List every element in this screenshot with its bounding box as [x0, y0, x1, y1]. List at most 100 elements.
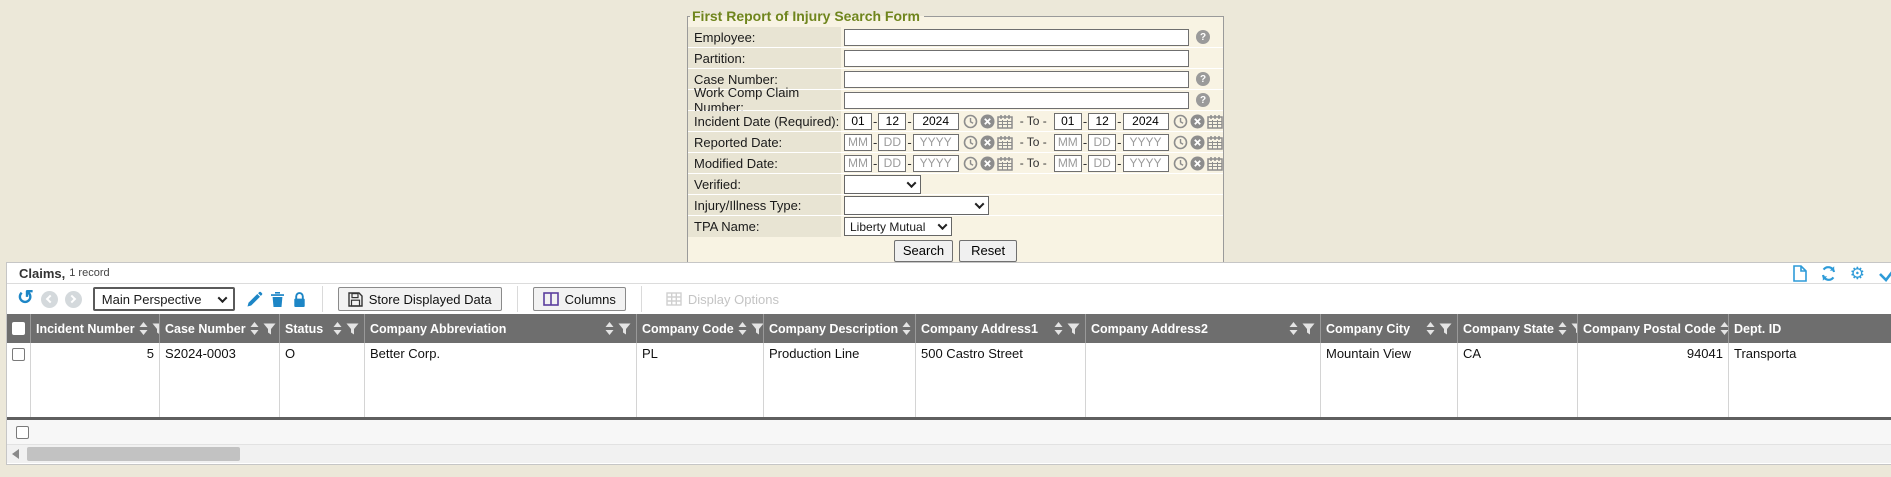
incident-from-month-input[interactable]: [844, 113, 872, 130]
column-header-company-abbreviation[interactable]: Company Abbreviation: [365, 314, 637, 343]
lock-icon[interactable]: [292, 291, 307, 308]
sort-icon[interactable]: [1054, 322, 1063, 335]
work-comp-input[interactable]: [844, 92, 1189, 109]
modified-to-day-input[interactable]: [1088, 155, 1116, 172]
incident-from-year-input[interactable]: [913, 113, 959, 130]
column-header-company-address2[interactable]: Company Address2: [1086, 314, 1321, 343]
edit-pencil-icon[interactable]: [246, 291, 263, 308]
tpa-name-select[interactable]: Liberty Mutual: [844, 217, 952, 236]
sort-icon[interactable]: [1426, 322, 1435, 335]
help-icon[interactable]: ?: [1196, 72, 1210, 86]
column-header-company-description[interactable]: Company Description: [764, 314, 916, 343]
incident-to-month-input[interactable]: [1054, 113, 1082, 130]
sort-icon[interactable]: [1558, 322, 1567, 335]
column-header-company-state[interactable]: Company State: [1458, 314, 1578, 343]
filter-funnel-icon[interactable]: [152, 323, 160, 335]
undo-icon[interactable]: ↺: [17, 288, 34, 308]
horizontal-scrollbar[interactable]: [7, 445, 1891, 463]
clear-icon[interactable]: [980, 156, 995, 171]
perspective-select[interactable]: Main Perspective: [93, 287, 235, 311]
nav-next-icon[interactable]: [65, 291, 82, 308]
modified-to-month-input[interactable]: [1054, 155, 1082, 172]
sort-icon[interactable]: [738, 322, 747, 335]
gear-icon[interactable]: ⚙: [1850, 266, 1865, 282]
calendar-icon[interactable]: [997, 135, 1013, 150]
calendar-icon[interactable]: [1207, 135, 1223, 150]
filter-funnel-icon[interactable]: [346, 323, 359, 335]
partition-input[interactable]: [844, 50, 1189, 67]
filter-funnel-icon[interactable]: [1067, 323, 1080, 335]
column-header-case-number[interactable]: Case Number: [160, 314, 280, 343]
clock-icon[interactable]: [1173, 135, 1188, 150]
refresh-icon[interactable]: [1820, 265, 1837, 282]
clear-icon[interactable]: [1190, 114, 1205, 129]
reported-from-month-input[interactable]: [844, 134, 872, 151]
incident-to-day-input[interactable]: [1088, 113, 1116, 130]
clock-icon[interactable]: [1173, 156, 1188, 171]
new-document-icon[interactable]: [1793, 265, 1807, 282]
verified-select[interactable]: [844, 175, 921, 194]
reported-to-year-input[interactable]: [1123, 134, 1169, 151]
reported-to-day-input[interactable]: [1088, 134, 1116, 151]
help-icon[interactable]: ?: [1196, 30, 1210, 44]
reported-from-day-input[interactable]: [878, 134, 906, 151]
filter-funnel-icon[interactable]: [1439, 323, 1452, 335]
filter-funnel-icon[interactable]: [1302, 323, 1315, 335]
store-displayed-data-button[interactable]: Store Displayed Data: [338, 287, 502, 311]
modified-from-month-input[interactable]: [844, 155, 872, 172]
column-header-company-code[interactable]: Company Code: [637, 314, 764, 343]
sort-icon[interactable]: [902, 322, 911, 335]
sort-icon[interactable]: [1289, 322, 1298, 335]
clear-icon[interactable]: [1190, 135, 1205, 150]
modified-from-year-input[interactable]: [913, 155, 959, 172]
calendar-icon[interactable]: [997, 156, 1013, 171]
clock-icon[interactable]: [963, 156, 978, 171]
calendar-icon[interactable]: [1207, 156, 1223, 171]
filter-funnel-icon[interactable]: [1571, 323, 1578, 335]
sort-icon[interactable]: [139, 322, 148, 335]
reported-from-year-input[interactable]: [913, 134, 959, 151]
sort-icon[interactable]: [250, 322, 259, 335]
reset-button[interactable]: Reset: [959, 240, 1017, 262]
filter-funnel-icon[interactable]: [618, 323, 631, 335]
modified-from-day-input[interactable]: [878, 155, 906, 172]
help-icon[interactable]: ?: [1196, 93, 1210, 107]
calendar-icon[interactable]: [997, 114, 1013, 129]
search-button[interactable]: Search: [894, 240, 953, 262]
column-header-incident-number[interactable]: Incident Number: [31, 314, 160, 343]
column-header-company-address1[interactable]: Company Address1: [916, 314, 1086, 343]
incident-to-year-input[interactable]: [1123, 113, 1169, 130]
select-all-checkbox[interactable]: [12, 322, 25, 335]
table-row[interactable]: 5 S2024-0003 O Better Corp. PL Productio…: [7, 343, 1891, 417]
column-header-status[interactable]: Status: [280, 314, 365, 343]
modified-to-year-input[interactable]: [1123, 155, 1169, 172]
clear-icon[interactable]: [1190, 156, 1205, 171]
columns-button[interactable]: Columns: [533, 287, 626, 311]
injury-type-select[interactable]: [844, 196, 989, 215]
sort-icon[interactable]: [1720, 322, 1729, 335]
sort-icon[interactable]: [605, 322, 614, 335]
clear-icon[interactable]: [980, 114, 995, 129]
column-header-dept-id[interactable]: Dept. ID: [1729, 314, 1891, 343]
clear-icon[interactable]: [980, 135, 995, 150]
nav-previous-icon[interactable]: [41, 291, 58, 308]
reported-to-month-input[interactable]: [1054, 134, 1082, 151]
row-checkbox[interactable]: [12, 348, 25, 361]
scrollbar-thumb[interactable]: [27, 447, 240, 461]
column-header-company-city[interactable]: Company City: [1321, 314, 1458, 343]
case-number-input[interactable]: [844, 71, 1189, 88]
filter-funnel-icon[interactable]: [751, 323, 764, 335]
clock-icon[interactable]: [963, 135, 978, 150]
column-header-company-postal-code[interactable]: Company Postal Code: [1578, 314, 1729, 343]
footer-checkbox[interactable]: [16, 426, 29, 439]
filter-funnel-icon[interactable]: [263, 323, 276, 335]
scroll-left-arrow-icon[interactable]: [12, 449, 19, 459]
employee-input[interactable]: [844, 29, 1189, 46]
calendar-icon[interactable]: [1207, 114, 1223, 129]
clock-icon[interactable]: [963, 114, 978, 129]
sort-icon[interactable]: [333, 322, 342, 335]
delete-trash-icon[interactable]: [270, 291, 285, 308]
incident-from-day-input[interactable]: [878, 113, 906, 130]
clock-icon[interactable]: [1173, 114, 1188, 129]
chevron-icon[interactable]: [1878, 265, 1891, 282]
